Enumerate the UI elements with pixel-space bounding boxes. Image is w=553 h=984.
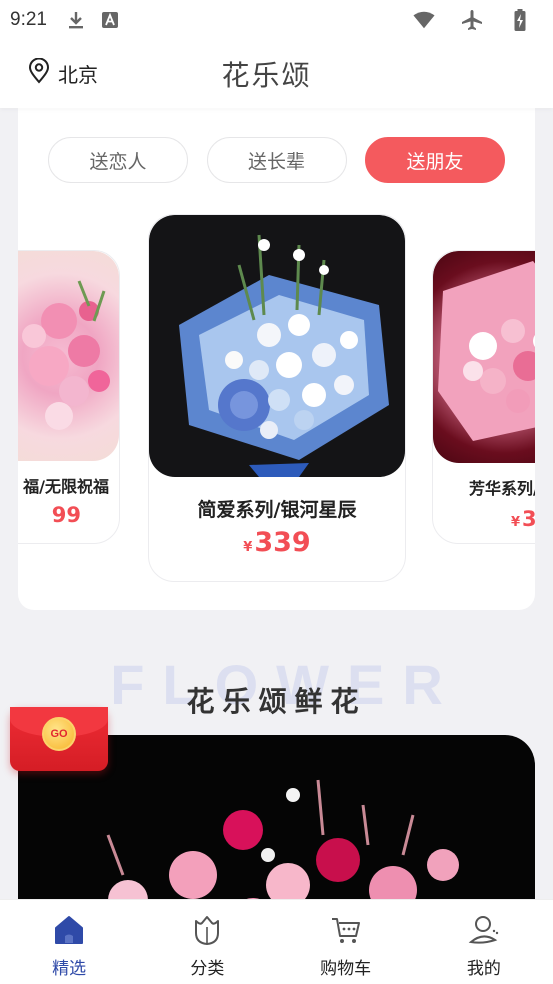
battery-charging-icon — [509, 9, 531, 31]
product-name-right: 芳华系列/ — [469, 479, 535, 498]
user-icon — [466, 912, 502, 948]
cart-icon — [328, 912, 364, 948]
red-envelope-button[interactable]: GO — [10, 707, 108, 771]
tab-lover[interactable]: 送恋人 — [48, 137, 188, 183]
status-time: 9:21 — [10, 9, 47, 30]
product-price-left: 99 — [18, 503, 119, 527]
product-price-center: ¥339 — [149, 527, 405, 558]
product-card-right[interactable]: 芳华系列/ ¥39 — [432, 250, 535, 544]
wifi-icon — [413, 9, 435, 31]
currency-symbol-center: ¥ — [243, 540, 253, 555]
recipient-tabs: 送恋人 送长辈 送朋友 — [48, 137, 505, 183]
product-price-right: ¥39 — [433, 507, 535, 531]
product-name-center: 简爱系列/银河星辰 — [197, 499, 357, 521]
bottom-nav: 精选 分类 购物车 我的 — [0, 899, 553, 984]
nav-label-featured: 精选 — [52, 959, 87, 979]
tab-elders[interactable]: 送长辈 — [206, 137, 347, 183]
product-image-center — [149, 215, 405, 477]
price-value-right: 39 — [522, 507, 535, 531]
nav-label-profile: 我的 — [466, 959, 501, 979]
go-coin-icon: GO — [42, 717, 76, 751]
tab-friends[interactable]: 送朋友 — [365, 137, 505, 183]
product-image-left — [18, 251, 119, 461]
header: 北京 花乐颂 — [0, 40, 553, 108]
nav-item-category[interactable]: 分类 — [138, 900, 276, 984]
nav-item-cart[interactable]: 购物车 — [277, 900, 415, 984]
gift-recommendation-card: 送恋人 送长辈 送朋友 福/无限祝福 99 简爱系列/银河星辰 ¥339 芳华系… — [18, 108, 535, 610]
product-card-left[interactable]: 福/无限祝福 99 — [18, 250, 120, 544]
product-image-right — [433, 251, 535, 463]
product-name-left: 福/无限祝福 — [23, 477, 109, 496]
nav-item-featured[interactable]: 精选 — [0, 900, 138, 984]
nav-item-profile[interactable]: 我的 — [415, 900, 553, 984]
price-value-center: 339 — [254, 527, 311, 558]
nav-label-category: 分类 — [190, 959, 225, 979]
tulip-icon — [189, 912, 225, 948]
home-icon — [51, 912, 87, 948]
price-value-left: 99 — [51, 503, 81, 527]
app-title: 花乐颂 — [221, 59, 312, 92]
currency-symbol-right: ¥ — [511, 515, 521, 530]
status-bar: 9:21 — [0, 0, 553, 40]
product-card-center[interactable]: 简爱系列/银河星辰 ¥339 — [148, 214, 406, 582]
nav-label-cart: 购物车 — [320, 959, 372, 979]
font-icon — [99, 9, 121, 31]
download-icon — [65, 9, 87, 31]
airplane-icon — [461, 9, 483, 31]
